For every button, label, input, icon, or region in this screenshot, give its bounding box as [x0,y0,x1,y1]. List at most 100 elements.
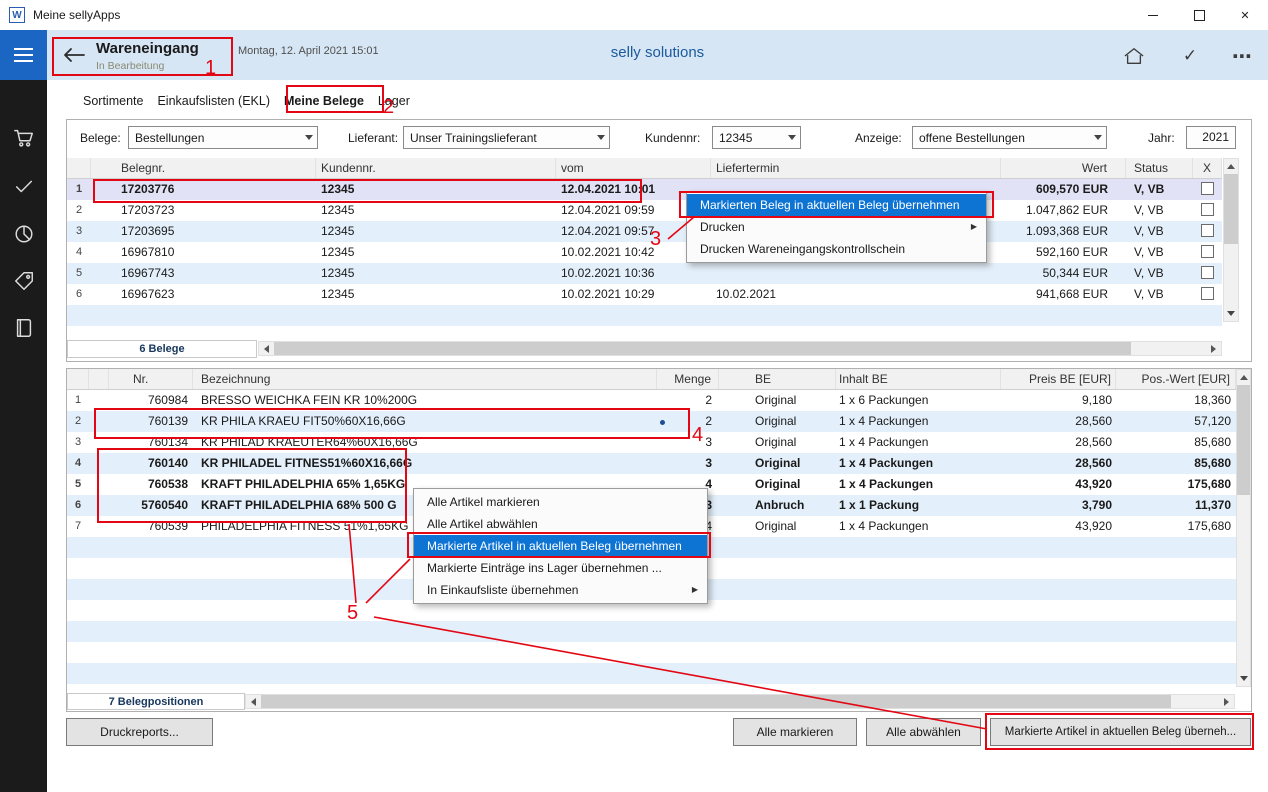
home-icon[interactable] [1120,43,1148,69]
scroll-right-icon[interactable] [1206,342,1221,355]
belege-dropdown[interactable]: Bestellungen [128,126,318,149]
column-header-be[interactable]: BE [719,369,836,389]
anzeige-dropdown[interactable]: offene Bestellungen [912,126,1107,149]
row-checkbox[interactable] [1201,287,1214,300]
column-header-preis-be[interactable]: Preis BE [EUR] [1001,369,1116,389]
kundennr-dropdown[interactable]: 12345 [712,126,801,149]
column-header-x[interactable]: X [1193,158,1222,178]
column-header-pos-wert[interactable]: Pos.-Wert [EUR] [1116,369,1236,389]
context-menu-item[interactable]: Drucken [687,216,986,238]
row-checkbox[interactable] [1201,266,1214,279]
scroll-right-icon[interactable] [1219,695,1234,708]
cell-preis-be: 43,920 [1001,474,1116,495]
cell-status: V, VB [1126,200,1193,221]
context-menu-item[interactable]: Markierte Einträge ins Lager übernehmen … [414,557,707,579]
artikel-row[interactable]: 1 760984 BRESSO WEICHKA FEIN KR 10%200G … [67,390,1236,411]
context-menu-item[interactable]: Alle Artikel abwählen [414,513,707,535]
header [47,30,1268,80]
beleg-row[interactable]: 5 16967743 12345 10.02.2021 10:36 50,344… [67,263,1222,284]
lieferant-dropdown[interactable]: Unser Trainingslieferant [403,126,610,149]
column-header-status[interactable]: Status [1126,158,1193,178]
positionen-vertical-scrollbar[interactable] [1236,369,1251,687]
context-menu-item[interactable]: Drucken Wareneingangskontrollschein [687,238,986,260]
cell-wert: 609,570 EUR [1001,179,1126,200]
column-header-wert[interactable]: Wert [1001,158,1126,178]
cell-liefertermin [711,263,1001,284]
scroll-thumb[interactable] [274,342,1131,355]
scroll-up-icon[interactable] [1224,159,1238,174]
scroll-left-icon[interactable] [246,695,261,708]
settings-gear-icon[interactable] [0,778,47,792]
cart-icon[interactable] [0,116,47,160]
column-header-vom[interactable]: vom [556,158,711,178]
column-header-belegnr[interactable]: Belegnr. [91,158,316,178]
book-icon[interactable] [0,306,47,350]
beleg-row[interactable]: 1 17203776 12345 12.04.2021 10:01 609,57… [67,179,1222,200]
alle-abwaehlen-button[interactable]: Alle abwählen [866,718,981,746]
cell-wert: 1.093,368 EUR [1001,221,1126,242]
cell-be: Original [719,453,836,474]
column-header-bezeichnung[interactable]: Bezeichnung [193,369,657,389]
tag-icon[interactable] [0,259,47,303]
column-header-nr[interactable]: Nr. [109,369,193,389]
tab[interactable]: Einkaufslisten (EKL) [157,88,270,114]
beleg-row[interactable]: 6 16967623 12345 10.02.2021 10:29 10.02.… [67,284,1222,305]
cell-nr: 760984 [109,390,193,411]
belege-table-header: Belegnr. Kundennr. vom Liefertermin Wert… [67,158,1222,179]
pie-chart-icon[interactable] [0,212,47,256]
close-icon[interactable] [1222,0,1268,30]
column-header-liefertermin[interactable]: Liefertermin [711,158,1001,178]
hamburger-menu-icon[interactable] [0,30,47,80]
belege-horizontal-scrollbar[interactable] [258,341,1222,356]
row-number: 5 [67,263,91,284]
back-arrow-icon[interactable] [61,43,87,67]
page-title: Wareneingang [96,40,199,57]
jahr-input[interactable]: 2021 [1186,126,1236,149]
beleg-row[interactable]: 3 17203695 12345 12.04.2021 09:57 1.093,… [67,221,1222,242]
context-menu-item[interactable]: Alle Artikel markieren [414,491,707,513]
column-header-inhalt-be[interactable]: Inhalt BE [836,369,1001,389]
dropdown-arrow-icon [300,135,317,140]
context-menu-item[interactable]: In Einkaufsliste übernehmen [414,579,707,601]
minimize-icon[interactable] [1130,0,1176,30]
artikel-row[interactable]: 3 760134 KR PHILAD KRAEUTER64%60X16,66G … [67,432,1236,453]
scroll-up-icon[interactable] [1237,370,1250,385]
row-checkbox[interactable] [1201,224,1214,237]
scroll-down-icon[interactable] [1224,306,1238,321]
artikel-row[interactable]: 4 760140 KR PHILADEL FITNES51%60X16,66G … [67,453,1236,474]
row-checkbox[interactable] [1201,203,1214,216]
belege-vertical-scrollbar[interactable] [1223,158,1239,322]
confirm-check-icon[interactable] [1176,43,1204,69]
scroll-left-icon[interactable] [259,342,274,355]
column-header-menge[interactable]: Menge [657,369,719,389]
maximize-icon[interactable] [1176,0,1222,30]
check-icon[interactable] [0,164,47,208]
artikel-row[interactable]: 2 760139 KR PHILA KRAEU FIT50%60X16,66G … [67,411,1236,432]
scroll-thumb[interactable] [1224,174,1238,244]
tab[interactable]: Meine Belege [284,88,364,114]
context-menu-item[interactable]: Markierten Beleg in aktuellen Beleg über… [687,194,986,216]
scroll-thumb[interactable] [261,695,1171,708]
cell-preis-be: 28,560 [1001,411,1116,432]
uebernehmen-button[interactable]: Markierte Artikel in aktuellen Beleg übe… [990,718,1251,746]
scroll-thumb[interactable] [1237,385,1250,495]
row-checkbox[interactable] [1201,182,1214,195]
column-header-kundennr[interactable]: Kundennr. [316,158,556,178]
filter-label-anzeige: Anzeige: [855,131,902,145]
more-menu-icon[interactable] [1228,43,1256,69]
beleg-row[interactable]: 4 16967810 12345 10.02.2021 10:42 592,16… [67,242,1222,263]
row-number: 6 [67,284,91,305]
cell-wert: 50,344 EUR [1001,263,1126,284]
scroll-down-icon[interactable] [1237,671,1250,686]
positionen-horizontal-scrollbar[interactable] [245,694,1235,709]
tab[interactable]: Lager [378,88,410,114]
row-checkbox[interactable] [1201,245,1214,258]
druckreports-button[interactable]: Druckreports... [66,718,213,746]
cell-belegnr: 17203695 [91,221,316,242]
row-number: 4 [67,453,89,474]
context-menu-item[interactable]: Markierte Artikel in aktuellen Beleg übe… [414,535,707,557]
tab[interactable]: Sortimente [83,88,143,114]
cell-inhalt-be: 1 x 4 Packungen [836,453,1001,474]
beleg-row[interactable]: 2 17203723 12345 12.04.2021 09:59 1.047,… [67,200,1222,221]
alle-markieren-button[interactable]: Alle markieren [733,718,857,746]
